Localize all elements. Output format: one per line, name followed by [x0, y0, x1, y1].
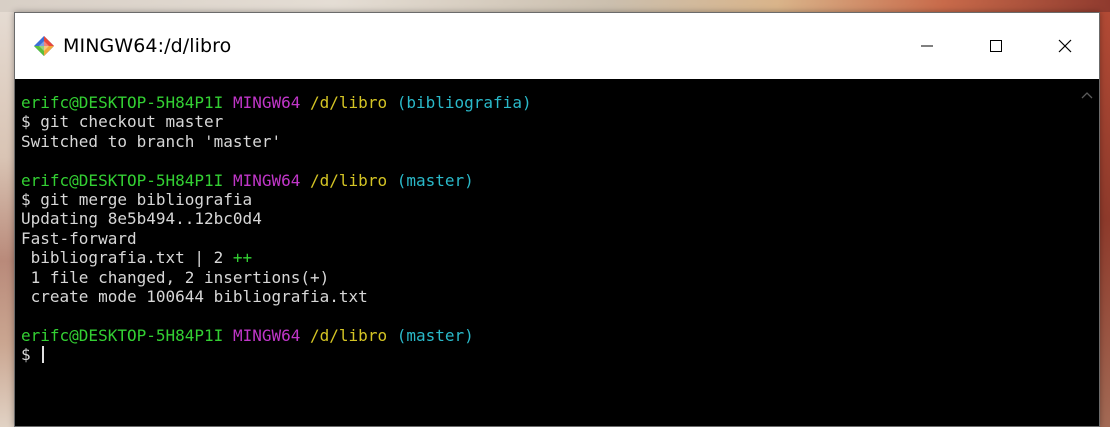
terminal-window: MINGW64:/d/libro erifc@DESKTOP-5H84P1I M… [14, 12, 1100, 427]
prompt-path: /d/libro [310, 93, 388, 112]
window-title: MINGW64:/d/libro [63, 35, 232, 57]
close-icon [1058, 39, 1071, 53]
prompt-host: MINGW64 [232, 325, 301, 345]
prompt-user: erifc@DESKTOP-5H84P1I [21, 325, 224, 345]
prompt-host: MINGW64 [232, 170, 301, 190]
prompt-line: erifc@DESKTOP-5H84P1I MINGW64 /d/libro (… [21, 326, 1075, 345]
prompt-host: MINGW64 [232, 93, 301, 112]
title-bar[interactable]: MINGW64:/d/libro [15, 13, 1099, 79]
scroll-up-button[interactable] [1079, 87, 1095, 103]
prompt-line: erifc@DESKTOP-5H84P1I MINGW64 /d/libro (… [21, 171, 1075, 190]
terminal-output[interactable]: erifc@DESKTOP-5H84P1I MINGW64 /d/libro (… [15, 79, 1075, 426]
vertical-scrollbar[interactable] [1075, 79, 1099, 426]
prompt-user: erifc@DESKTOP-5H84P1I [21, 170, 224, 190]
output-line: Updating 8e5b494..12bc0d4 [21, 209, 262, 229]
maximize-icon [989, 40, 1002, 52]
minimize-button[interactable] [892, 13, 961, 79]
window-controls [892, 13, 1099, 79]
input-line[interactable]: $ [21, 345, 1075, 364]
output-line: 1 file changed, 2 insertions(+) [21, 267, 330, 287]
diffstat-line: bibliografia.txt | 2 ++ [21, 248, 1075, 267]
prompt-branch: (master) [396, 170, 474, 190]
desktop-background-top [0, 0, 1110, 12]
chevron-up-icon [1081, 92, 1093, 99]
prompt-branch: (master) [396, 325, 474, 345]
desktop-background-left [0, 12, 14, 427]
prompt-path: /d/libro [310, 325, 388, 345]
output-line: Fast-forward [21, 228, 137, 248]
close-button[interactable] [1030, 13, 1099, 79]
maximize-button[interactable] [961, 13, 1030, 79]
prompt-path: /d/libro [310, 170, 388, 190]
prompt-branch: (bibliografia) [396, 93, 532, 112]
text-cursor [42, 346, 45, 364]
diffstat-plus: ++ [232, 248, 253, 268]
minimize-icon [920, 45, 933, 47]
output-line: create mode 100644 bibliografia.txt [21, 286, 368, 306]
diffstat-file: bibliografia.txt | 2 [21, 248, 233, 268]
git-bash-icon[interactable] [33, 35, 55, 57]
prompt-line: erifc@DESKTOP-5H84P1I MINGW64 /d/libro (… [21, 93, 1075, 112]
prompt-user: erifc@DESKTOP-5H84P1I [21, 93, 224, 112]
output-line: Switched to branch 'master' [21, 131, 282, 151]
current-prompt: $ [21, 345, 41, 365]
command-line: $ git checkout master [21, 112, 224, 132]
desktop-background-right [1100, 12, 1110, 427]
command-line: $ git merge bibliografia [21, 189, 253, 209]
